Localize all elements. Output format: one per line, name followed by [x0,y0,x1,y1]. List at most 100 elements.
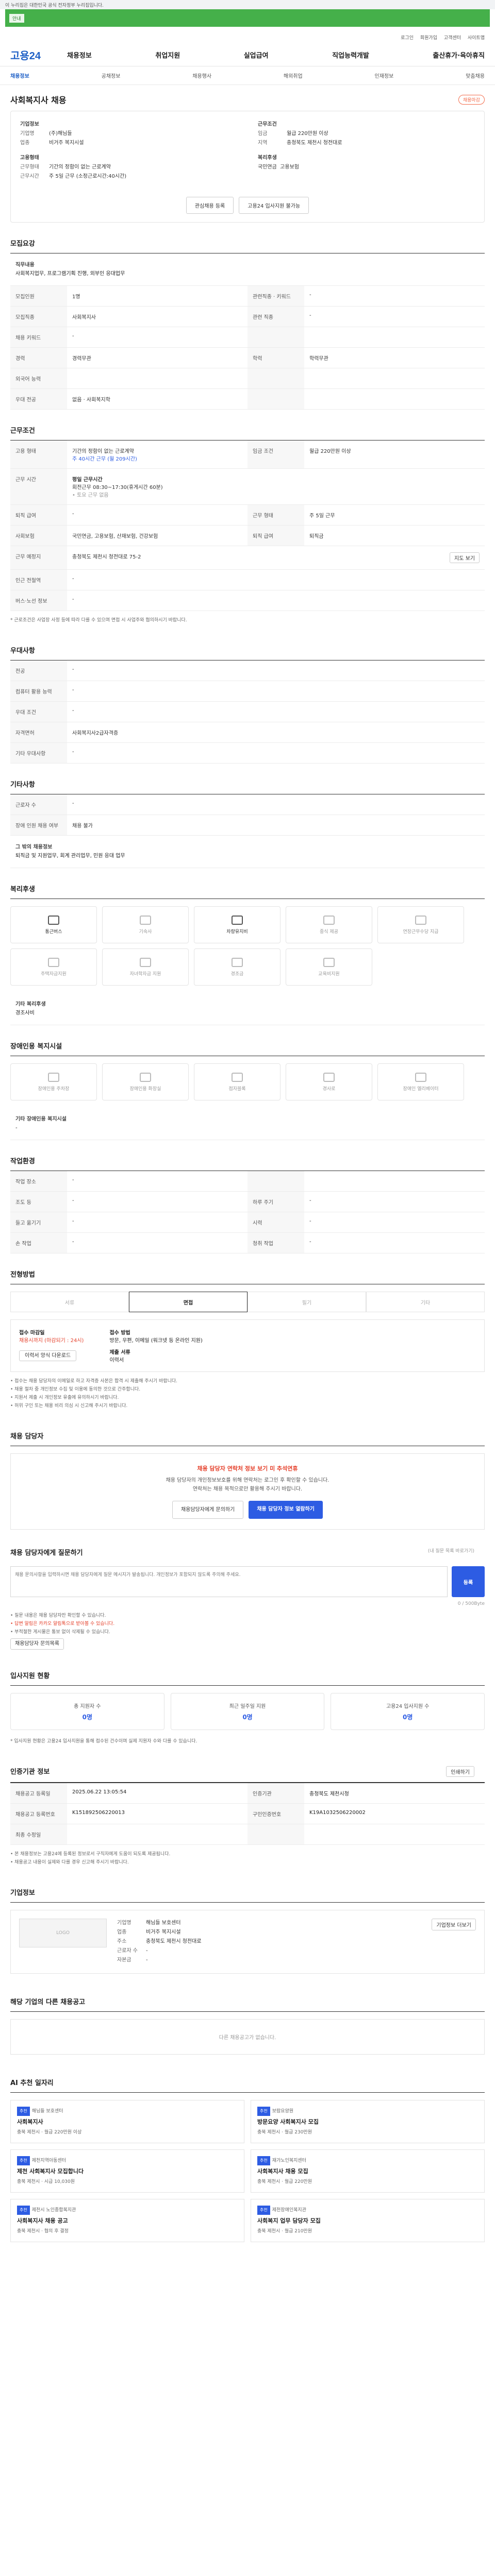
welfare-label: 주택자금지원 [41,971,67,977]
disability-etc-text: - [15,1125,18,1131]
map-button[interactable]: 지도 보기 [450,552,480,563]
value: 회전근무 08:30~17:30(휴게시간 60분) [72,485,163,490]
cell-value [304,368,485,388]
company-rows: 기업명 해님들 보호센터 업종 비거주 복지시설 주소 충청북도 제천시 청전대로 근로자 … [117,1919,421,1965]
company-row: 자본금 - [117,1956,421,1965]
cell-label: 임금 조건 [248,440,304,468]
welfare-label: 중식 제공 [320,929,338,935]
section-title: 해당 기업의 다른 채용공고 [10,1981,485,2012]
recommend-title[interactable]: 사회복지 업무 담당자 모집 [257,2217,478,2225]
gnb-item-leave[interactable]: 출산휴가·육아휴직 [433,50,485,60]
recommend-grid: 추천 해님들 보호센터 사회복지사 충북 제천시 · 월급 220만원 이상 추천 보람요… [10,2100,485,2242]
table-row: 모집직종 사회복지사 관련 직종 - [10,307,485,327]
cell-label: 퇴직 급여 [10,505,67,525]
recommend-card[interactable]: 추천 제천시 노인종합복지관 사회복지사 채용 공고 충북 제천시 · 협의 후 결정 [10,2199,244,2242]
table-row: 모집인원 1명 관련직종 · 키워드 - [10,286,485,307]
other-info-block: 그 밖의 채용정보 퇴직금 및 지원업무, 회계 관리업무, 민원 응대 업무 [10,836,485,868]
cell-label: 조도 등 [10,1192,67,1212]
cell-label: 하루 주기 [248,1192,304,1212]
subnav-item[interactable]: 채용행사 [192,72,211,79]
welfare-icon [415,915,426,925]
cell-label: 들고 옮기기 [10,1212,67,1232]
info-label: 최종 수정일 [10,1824,67,1845]
cell-value [304,1171,485,1191]
recommend-card[interactable]: 추천 제천장애인복지관 사회복지 업무 담당자 모집 충북 제천시 · 월급 210만… [251,2199,485,2242]
recommend-title[interactable]: 방문요양 사회복지사 모집 [257,2118,478,2126]
help-link[interactable]: 고객센터 [444,36,461,41]
cell-label: 근무 예정지 [10,546,67,569]
qa-input[interactable] [10,1566,448,1597]
info-value: 충청북도 제천시청 [304,1783,485,1804]
recommend-card[interactable]: 추천 제천지역아동센터 제천 사회복지사 모집합니다 충북 제천시 · 시급 10,0… [10,2149,244,2193]
cell-label: 전공 [10,660,67,681]
resume-form-button[interactable]: 이력서 양식 다운로드 [19,1350,77,1361]
qa-submit-button[interactable]: 등록 [452,1566,485,1597]
section-title: 입사지원 현황 [10,1655,485,1686]
cell-label: 경력 [10,348,67,368]
label: 업종 [117,1929,127,1935]
cell-label: 기타 우대사항 [10,743,67,763]
work-condition: 근무조건 임금 월급 220만원 이상 지역 충청북도 제천시 청전대로 [258,120,475,148]
recommend-title[interactable]: 사회복지사 [17,2118,238,2126]
recommend-company: 보람요양원 [272,2109,294,2114]
gnb-item-training[interactable]: 직업능력개발 [332,50,369,60]
note-line: • 답변 알림은 카카오 알림톡으로 받아볼 수 있습니다. [10,1621,115,1626]
recommend-company: 제천시 노인종합복지관 [31,2208,76,2213]
section-title: 장애인용 복지시설 [10,1025,485,1056]
recommend-meta: 충북 제천시 · 협의 후 결정 [17,2229,69,2234]
gnb-item-jobs[interactable]: 채용정보 [67,50,92,60]
company-more-button[interactable]: 기업정보 더보기 [432,1919,476,1930]
info-value: K151892506220013 [67,1804,248,1824]
subnav-item[interactable]: 공채정보 [102,72,121,79]
disability-label: 점자블록 [228,1086,246,1092]
apply-button[interactable]: 고용24 입사지원 불가능 [239,197,309,214]
benefit-tag: 국민연금 [258,164,277,170]
duty-text: 사회복지업무, 프로그램기획 진행, 외부인 응대업무 [15,271,125,277]
gnb-item-unemployment[interactable]: 실업급여 [244,50,269,60]
cell-label: 우대 조건 [10,702,67,722]
interest-button[interactable]: 관심채용 등록 [186,197,234,214]
label: 근로자 수 [117,1948,138,1954]
qa-title-text: 채용 담당자에게 질문하기 [10,1549,83,1557]
section-title: AI 추천 일자리 [10,2062,485,2093]
subnav-item[interactable]: 인재정보 [375,72,394,79]
print-button[interactable]: 인쇄하기 [446,1766,474,1777]
cell-value: 사회복지사2급자격증 [72,731,119,736]
top-notice-button[interactable]: 안내 [9,14,24,23]
info-grid: 채용공고 등록일 2025.06.22 13:05:54 인증기관 충청북도 제천시청… [10,1783,485,1845]
value: - [146,1948,148,1954]
contact-manager-button[interactable]: 채용담당자에게 문의하기 [172,1501,244,1519]
step-other: 기타 [366,1292,485,1312]
recommend-title[interactable]: 사회복지사 채용 모집 [257,2167,478,2176]
cell-value: 1명 [72,294,80,300]
cell-value: - [72,576,74,582]
recommend-card[interactable]: 추천 재가노인복지센터 사회복지사 채용 모집 충북 제천시 · 월급 220만원 [251,2149,485,2193]
section-title: 우대사항 [10,630,485,660]
qa-list-button[interactable]: 채용담당자 문의목록 [10,1638,64,1650]
welfare-label: 경조금 [230,971,244,977]
logo[interactable]: 고용24 [10,47,67,62]
cell-label [248,368,304,388]
signup-link[interactable]: 회원가입 [420,36,437,41]
recommend-company: 제천장애인복지관 [272,2208,306,2213]
subnav-item[interactable]: 해외취업 [284,72,303,79]
benefits-summary: 복리후생 국민연금 고용보험 [258,153,475,181]
table-row: 컴퓨터 활용 능력 - [10,681,485,702]
subnav-item[interactable]: 맞춤채용 [466,72,485,79]
recommend-card[interactable]: 추천 보람요양원 방문요양 사회복지사 모집 충북 제천시 · 월급 230만원 [251,2100,485,2143]
sitemap-link[interactable]: 사이트맵 [468,36,485,41]
login-link[interactable]: 로그인 [401,36,414,41]
qa-list-link[interactable]: (내 질문 목록 바로가기) [428,1547,474,1554]
label: 근무시간 [20,174,39,179]
view-manager-button[interactable]: 채용 담당자 정보 열람하기 [249,1501,323,1519]
recommend-title[interactable]: 제천 사회복지사 모집합니다 [17,2167,238,2176]
recommend-title[interactable]: 사회복지사 채용 공고 [17,2217,238,2225]
label: 주소 [117,1939,127,1944]
label: 자본금 [117,1957,131,1963]
recommend-card[interactable]: 추천 해님들 보호센터 사회복지사 충북 제천시 · 월급 220만원 이상 [10,2100,244,2143]
table-row: 근무 시간 평일 근무시간 회전근무 08:30~17:30(휴게시간 60분) •… [10,469,485,505]
subnav-item[interactable]: 채용정보 [10,72,29,79]
recommend-company: 해님들 보호센터 [31,2109,63,2114]
gnb-item-support[interactable]: 취업지원 [155,50,180,60]
disability-etc: 기타 장애인용 복지시설 - [10,1108,485,1140]
